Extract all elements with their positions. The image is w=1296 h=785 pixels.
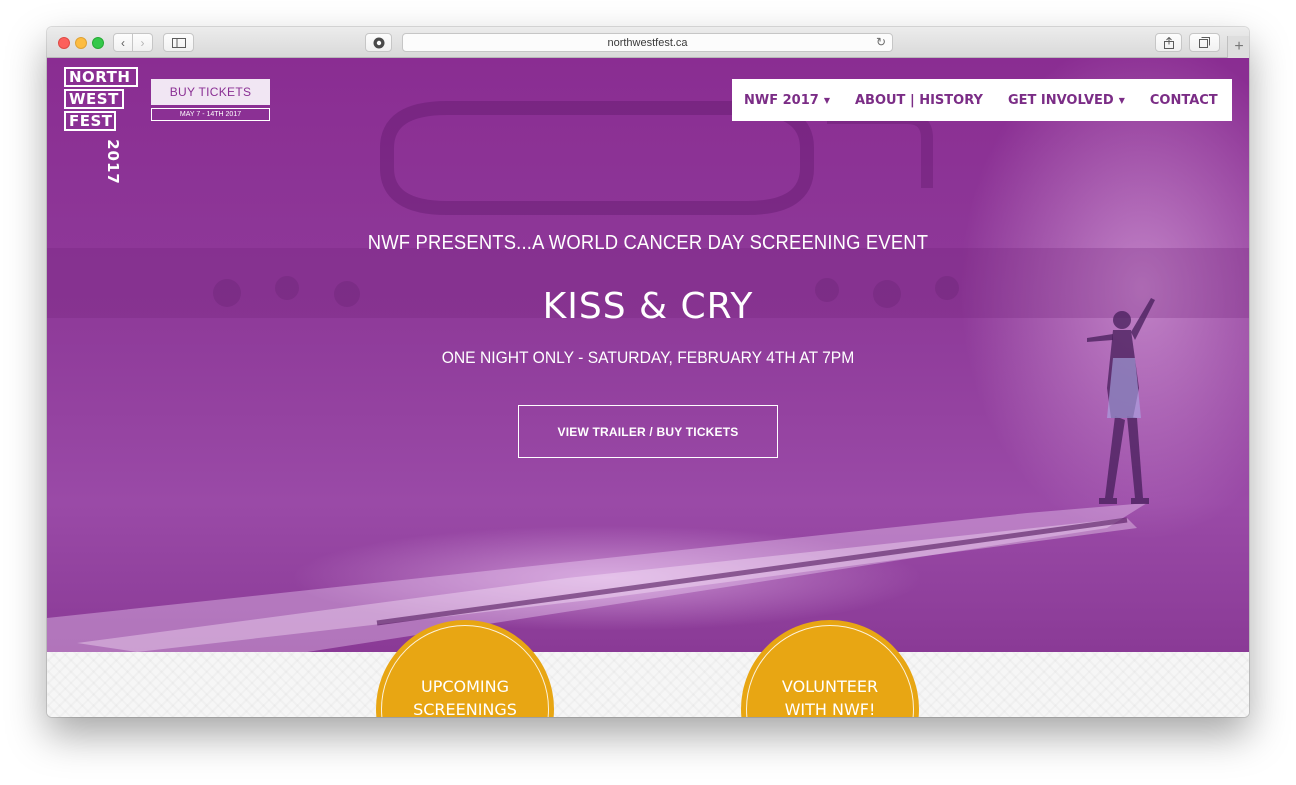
tabs-icon bbox=[1199, 37, 1210, 48]
browser-window: ‹ › northwestfest.ca ↻ + NORTH WEST FEST… bbox=[47, 27, 1249, 717]
caret-down-icon: ▼ bbox=[823, 95, 830, 105]
main-nav: NWF 2017 ▼ ABOUT | HISTORY GET INVOLVED … bbox=[732, 79, 1232, 121]
plus-icon: + bbox=[1234, 38, 1244, 55]
nav-item-label: CONTACT bbox=[1149, 92, 1218, 108]
forward-button[interactable]: › bbox=[133, 33, 153, 52]
feature-label-line: SCREENINGS bbox=[413, 700, 517, 717]
feature-label-line: VOLUNTEER bbox=[781, 677, 879, 696]
share-button[interactable] bbox=[1155, 33, 1182, 52]
share-icon bbox=[1163, 36, 1174, 49]
nav-item-label: NWF 2017 bbox=[744, 92, 819, 108]
show-tabs-button[interactable] bbox=[1189, 33, 1220, 52]
back-button[interactable]: ‹ bbox=[113, 33, 133, 52]
buy-tickets-button[interactable]: BUY TICKETS bbox=[151, 79, 270, 105]
feature-label-line: WITH NWF! bbox=[784, 700, 876, 717]
hero-title: KISS & CRY bbox=[542, 286, 754, 327]
nav-item-label: ABOUT | HISTORY bbox=[854, 92, 983, 108]
minimize-window-button[interactable] bbox=[75, 37, 87, 49]
chevron-right-icon: › bbox=[140, 35, 145, 50]
hero-kicker: NWF PRESENTS...A WORLD CANCER DAY SCREEN… bbox=[367, 232, 929, 254]
logo-word-north: NORTH bbox=[64, 67, 138, 87]
features-section: UPCOMING SCREENINGS VOLUNTEER WITH NWF! bbox=[47, 620, 1249, 717]
zoom-window-button[interactable] bbox=[92, 37, 104, 49]
caret-down-icon: ▼ bbox=[1118, 95, 1125, 105]
hero-banner: NORTH WEST FEST 2017 BUY TICKETS MAY 7 -… bbox=[47, 58, 1249, 652]
nav-item-contact[interactable]: CONTACT bbox=[1150, 93, 1218, 108]
close-window-button[interactable] bbox=[58, 37, 70, 49]
extension-icon bbox=[373, 37, 384, 48]
sidebar-toggle-button[interactable] bbox=[163, 33, 194, 52]
chevron-left-icon: ‹ bbox=[121, 35, 125, 50]
reload-icon[interactable]: ↻ bbox=[876, 35, 886, 49]
logo-word-west: WEST bbox=[64, 89, 124, 109]
nav-item-get-involved[interactable]: GET INVOLVED ▼ bbox=[1008, 93, 1125, 108]
feature-label: UPCOMING SCREENINGS bbox=[376, 675, 554, 717]
feature-label-line: UPCOMING bbox=[420, 677, 509, 696]
hero-subtitle: ONE NIGHT ONLY - SATURDAY, FEBRUARY 4TH … bbox=[441, 348, 855, 367]
browser-toolbar: ‹ › northwestfest.ca ↻ + bbox=[47, 27, 1249, 58]
festival-dates: MAY 7 - 14TH 2017 bbox=[151, 108, 270, 121]
sidebar-icon bbox=[171, 37, 186, 48]
northwestfest-logo[interactable]: NORTH WEST FEST 2017 bbox=[64, 67, 142, 185]
extension-button[interactable] bbox=[365, 33, 392, 52]
url-text: northwestfest.ca bbox=[607, 36, 688, 49]
feature-label: VOLUNTEER WITH NWF! bbox=[741, 675, 919, 717]
nav-item-nwf-2017[interactable]: NWF 2017 ▼ bbox=[744, 93, 830, 108]
view-trailer-buy-tickets-button[interactable]: VIEW TRAILER / BUY TICKETS bbox=[518, 405, 778, 458]
logo-year: 2017 bbox=[104, 139, 122, 185]
address-bar[interactable]: northwestfest.ca ↻ bbox=[402, 33, 893, 52]
nav-item-about-history[interactable]: ABOUT | HISTORY bbox=[855, 93, 983, 108]
nav-item-label: GET INVOLVED bbox=[1007, 92, 1114, 108]
new-tab-button[interactable]: + bbox=[1227, 36, 1249, 58]
logo-word-fest: FEST bbox=[64, 111, 116, 131]
